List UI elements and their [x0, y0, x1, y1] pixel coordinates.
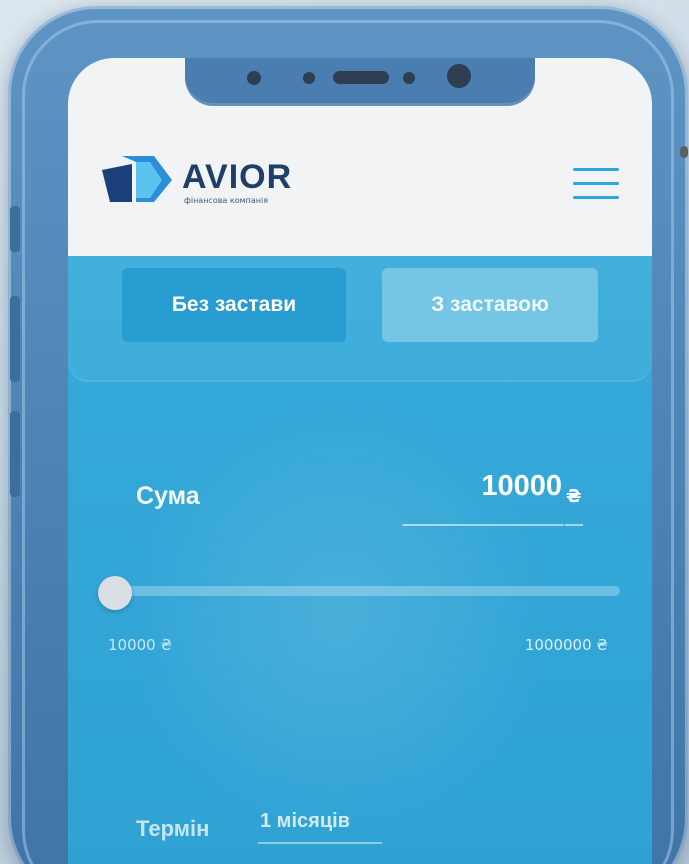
camera-icon: [447, 64, 471, 88]
term-input-underline: [258, 842, 382, 844]
currency-symbol: ₴: [566, 486, 582, 507]
term-label: Термін: [136, 816, 210, 841]
sum-slider-thumb[interactable]: [98, 576, 132, 610]
phone-power-button: [680, 146, 688, 158]
phone-side-button: [10, 206, 20, 252]
logo-name: AVIOR: [182, 158, 293, 196]
app-header: AVIOR фінансова компанія: [68, 58, 652, 256]
logo-mark-icon: [102, 156, 172, 202]
phone-screen: AVIOR фінансова компанія Без застави З з…: [68, 58, 652, 864]
sum-label: Сума: [136, 482, 200, 510]
tab-without-collateral[interactable]: Без застави: [122, 268, 346, 342]
phone-side-button: [10, 296, 20, 382]
phone-notch: [185, 58, 535, 106]
tab-with-collateral[interactable]: З заставою: [382, 268, 598, 342]
hamburger-menu-icon[interactable]: [573, 168, 619, 200]
phone-side-button: [10, 411, 20, 497]
phone-frame: AVIOR фінансова компанія Без застави З з…: [8, 6, 688, 864]
loan-type-tabs: Без застави З заставою: [68, 256, 652, 380]
sum-input-underline: [402, 524, 564, 526]
sum-range-max: 1000000 ₴: [524, 636, 608, 654]
term-input[interactable]: 1 місяців: [260, 810, 350, 833]
logo-subtitle: фінансова компанія: [184, 196, 269, 205]
sum-input[interactable]: 10000: [404, 470, 562, 503]
sum-slider-track[interactable]: [108, 586, 620, 596]
sum-range-min: 10000 ₴: [108, 636, 173, 654]
